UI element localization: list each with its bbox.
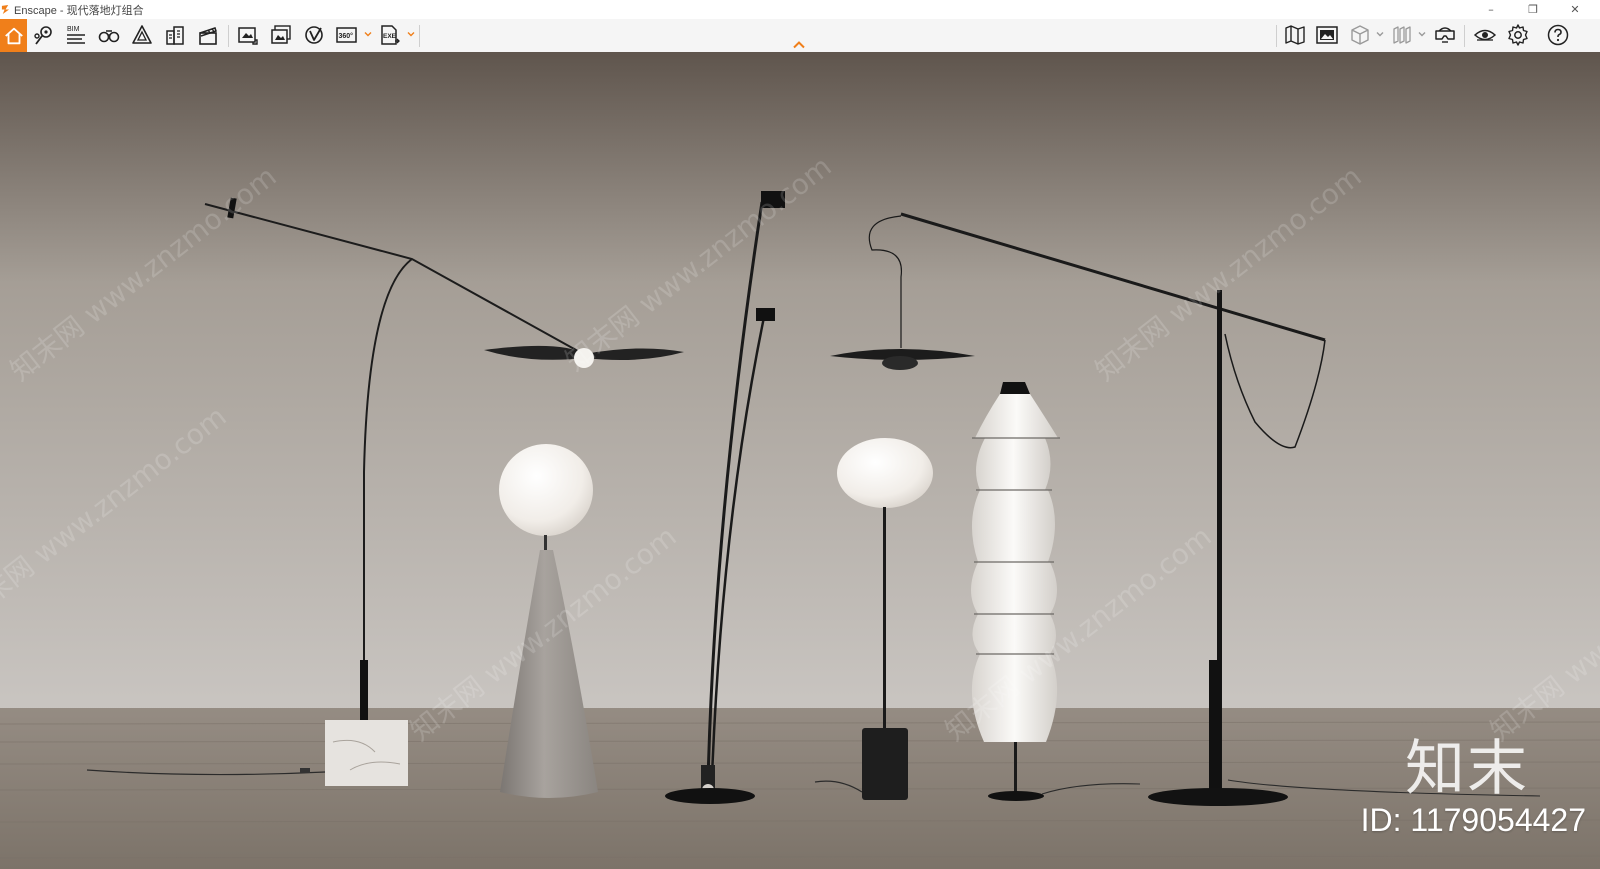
vr-headset-button[interactable] — [1431, 21, 1459, 49]
brand-watermark: 知末 — [1405, 734, 1529, 804]
toolbar-separator — [1464, 25, 1465, 47]
asset-library-icon — [132, 25, 152, 44]
asset-library-button[interactable] — [128, 21, 156, 49]
pano-text: 360° — [339, 32, 354, 40]
screenshot-icon — [238, 27, 258, 45]
video-editor-button[interactable] — [194, 21, 222, 49]
home-button[interactable] — [0, 19, 27, 52]
export-exe-icon: EXE — [381, 25, 400, 45]
render-viewport[interactable]: 知末网 www.znzmo.com 知末网 www.znzmo.com 知末网 … — [0, 52, 1600, 869]
objects-button[interactable] — [161, 21, 189, 49]
gallery-button[interactable] — [1313, 21, 1341, 49]
window-controls: – ❐ ✕ — [1470, 0, 1596, 19]
clapboard-icon — [199, 27, 217, 45]
sections-button[interactable] — [1388, 21, 1416, 49]
map-icon — [1285, 25, 1305, 45]
close-button[interactable]: ✕ — [1554, 0, 1596, 19]
export-vr-button[interactable] — [300, 21, 328, 49]
binoculars-icon — [98, 30, 120, 43]
chevron-down-icon[interactable] — [1376, 30, 1384, 38]
vr-headset-icon — [1435, 27, 1455, 43]
eye-icon — [1473, 29, 1497, 41]
view-mode-button[interactable] — [1346, 21, 1374, 49]
sections-icon — [1393, 26, 1411, 44]
window-title: Enscape - 现代落地灯组合 — [14, 4, 144, 17]
home-icon — [4, 27, 23, 44]
help-button[interactable] — [1544, 21, 1572, 49]
chevron-down-icon[interactable] — [1418, 30, 1426, 38]
gallery-icon — [1316, 26, 1338, 44]
visual-settings-button[interactable] — [1471, 21, 1499, 49]
cube-icon — [1351, 25, 1369, 45]
chevron-down-icon[interactable] — [407, 30, 415, 38]
toolbar-separator — [1276, 25, 1277, 47]
batch-render-button[interactable] — [267, 21, 295, 49]
batch-render-icon — [271, 25, 291, 44]
restore-button[interactable]: ❐ — [1512, 0, 1554, 19]
asset-id-label: ID: 1179054427 — [1360, 802, 1586, 838]
help-icon — [1547, 24, 1569, 46]
gear-icon — [1508, 24, 1528, 46]
map-button[interactable] — [1281, 21, 1309, 49]
minimize-button[interactable]: – — [1470, 0, 1512, 19]
vr-icon — [305, 26, 323, 44]
buildings-icon — [166, 26, 184, 45]
render-image-button[interactable] — [234, 21, 262, 49]
wall — [0, 52, 1600, 712]
enscape-logo-icon — [1, 5, 10, 14]
scene-render: 知末网 www.znzmo.com 知末网 www.znzmo.com 知末网 … — [0, 52, 1600, 869]
views-button[interactable] — [30, 21, 58, 49]
export-exe-button[interactable]: EXE — [376, 21, 404, 49]
chevron-down-icon[interactable] — [364, 30, 372, 38]
exe-text: EXE — [383, 33, 397, 40]
bim-icon: BIM — [67, 26, 85, 44]
panorama-button[interactable]: 360° — [333, 21, 361, 49]
walk-mode-button[interactable] — [95, 21, 123, 49]
bim-button[interactable]: BIM — [62, 21, 90, 49]
toolbar-separator — [228, 25, 229, 47]
views-icon — [34, 26, 52, 45]
bim-text: BIM — [67, 26, 80, 33]
chevron-up-icon[interactable] — [792, 40, 806, 49]
title-bar: Enscape - 现代落地灯组合 – ❐ ✕ — [0, 0, 1600, 19]
panorama-360-icon: 360° — [336, 27, 357, 43]
general-settings-button[interactable] — [1504, 21, 1532, 49]
toolbar-separator — [419, 25, 420, 47]
